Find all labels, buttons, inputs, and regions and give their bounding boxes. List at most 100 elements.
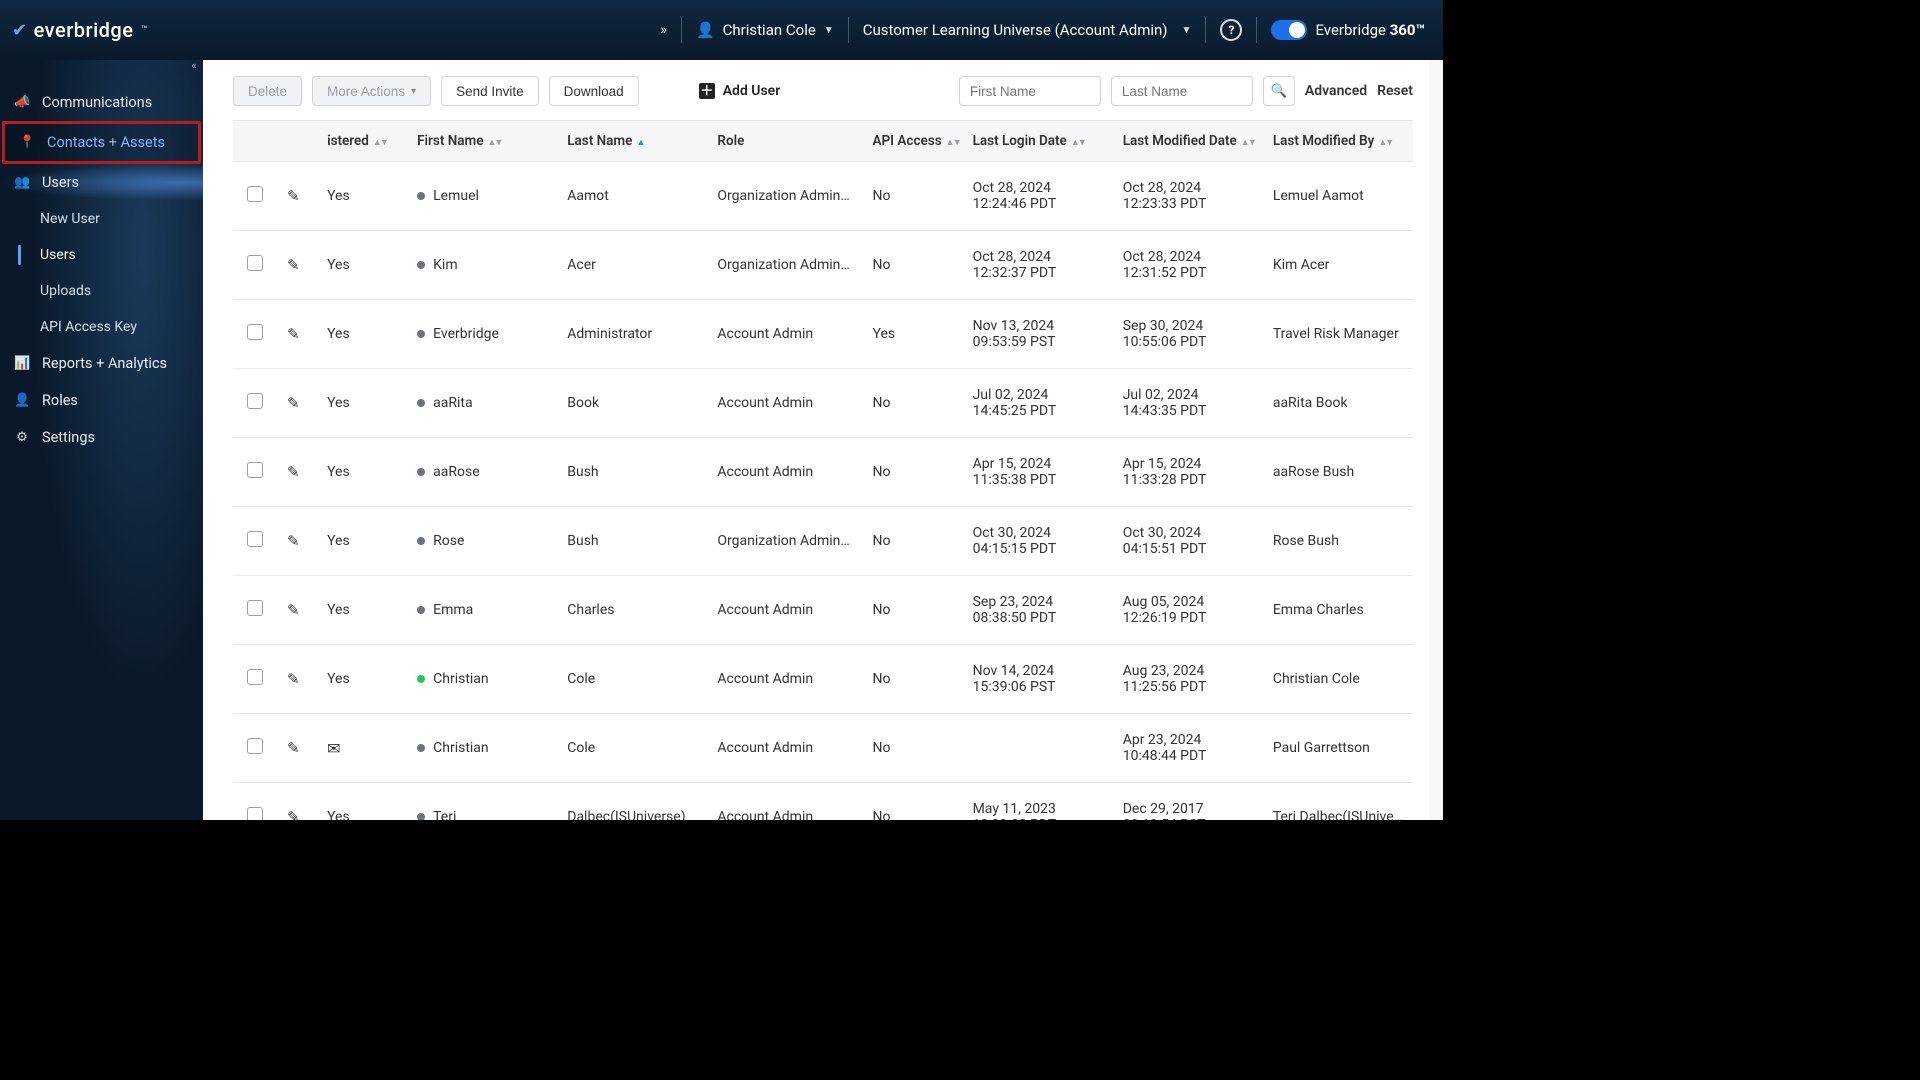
- cell-modified: Oct 28, 2024 12:23:33 PDT: [1113, 162, 1263, 231]
- row-checkbox[interactable]: [247, 531, 263, 547]
- account-label: Customer Learning Universe (Account Admi…: [863, 21, 1168, 39]
- col-role[interactable]: Role: [707, 121, 862, 162]
- row-checkbox[interactable]: [247, 186, 263, 202]
- edit-icon[interactable]: ✎: [287, 739, 300, 757]
- edit-icon[interactable]: ✎: [287, 394, 300, 412]
- cell-modified-by: Travel Risk Manager: [1263, 300, 1413, 369]
- more-actions-button[interactable]: More Actions: [312, 76, 431, 106]
- edit-icon[interactable]: ✎: [287, 463, 300, 481]
- row-checkbox[interactable]: [247, 324, 263, 340]
- cell-modified: Dec 29, 2017 08:13:54 PST: [1113, 783, 1263, 821]
- cell-role: Account Admin: [707, 438, 862, 507]
- sidebar-item-communications[interactable]: 📣 Communications: [0, 84, 203, 121]
- user-menu[interactable]: 👤 Christian Cole ▼: [696, 21, 834, 39]
- sidebar-sub-new-user[interactable]: New User: [0, 201, 203, 237]
- cell-api: No: [863, 576, 963, 645]
- row-checkbox[interactable]: [247, 807, 263, 820]
- advanced-link[interactable]: Advanced: [1305, 83, 1367, 99]
- col-modified-by[interactable]: Last Modified By▲▼: [1263, 121, 1413, 162]
- delete-button[interactable]: Delete: [233, 76, 302, 106]
- sidebar-label: Communications: [42, 94, 152, 111]
- cell-first-name: Emma: [407, 576, 557, 645]
- table-row: ✎ Yes Lemuel Aamot Organization Admin - …: [233, 162, 1413, 231]
- users-icon: 👥: [14, 175, 30, 190]
- col-first-name[interactable]: First Name▲▼: [407, 121, 557, 162]
- product-toggle[interactable]: Everbridge 360™: [1271, 20, 1425, 40]
- row-checkbox[interactable]: [247, 462, 263, 478]
- row-checkbox[interactable]: [247, 255, 263, 271]
- cell-login: Oct 28, 2024 12:32:37 PDT: [963, 231, 1113, 300]
- col-last-modified[interactable]: Last Modified Date▲▼: [1113, 121, 1263, 162]
- edit-icon[interactable]: ✎: [287, 187, 300, 205]
- toggle-switch[interactable]: [1271, 20, 1307, 40]
- brand-logo: ✔ everbridge ™: [12, 18, 148, 42]
- cell-api: No: [863, 714, 963, 783]
- collapse-sidebar-icon[interactable]: «: [183, 54, 205, 76]
- last-name-input[interactable]: [1111, 76, 1253, 106]
- row-checkbox[interactable]: [247, 738, 263, 754]
- cell-role: Account Admin: [707, 300, 862, 369]
- col-edit: [277, 121, 317, 162]
- edit-icon[interactable]: ✎: [287, 532, 300, 550]
- help-icon[interactable]: ?: [1220, 19, 1242, 41]
- expand-icon[interactable]: »: [660, 22, 667, 38]
- scrollbar[interactable]: [1429, 60, 1443, 820]
- edit-icon[interactable]: ✎: [287, 808, 300, 820]
- status-dot-icon: [417, 744, 425, 752]
- col-last-login[interactable]: Last Login Date▲▼: [963, 121, 1113, 162]
- cell-api: Yes: [863, 300, 963, 369]
- sidebar-sub-api-key[interactable]: API Access Key: [0, 309, 203, 345]
- cell-api: No: [863, 369, 963, 438]
- cell-role: Account Admin: [707, 645, 862, 714]
- first-name-input[interactable]: [959, 76, 1101, 106]
- cell-first-name: aaRose: [407, 438, 557, 507]
- cell-registered: Yes: [317, 576, 407, 645]
- sidebar-sub-label: Users: [40, 247, 76, 263]
- chevron-down-icon: ▼: [824, 25, 834, 36]
- edit-icon[interactable]: ✎: [287, 670, 300, 688]
- row-checkbox[interactable]: [247, 600, 263, 616]
- table-row: ✎ Yes Emma Charles Account Admin No Sep …: [233, 576, 1413, 645]
- users-table: istered▲▼ First Name▲▼ Last Name▲ Role A…: [233, 120, 1413, 820]
- sidebar-label: Settings: [42, 429, 95, 446]
- brand-text: everbridge: [34, 18, 134, 42]
- cell-api: No: [863, 645, 963, 714]
- status-dot-icon: [417, 399, 425, 407]
- row-checkbox[interactable]: [247, 393, 263, 409]
- sidebar-sub-uploads[interactable]: Uploads: [0, 273, 203, 309]
- brand-tm: ™: [142, 25, 148, 35]
- sidebar-sub-users[interactable]: Users: [0, 237, 203, 273]
- col-registered[interactable]: istered▲▼: [317, 121, 407, 162]
- cell-login: [963, 714, 1113, 783]
- row-checkbox[interactable]: [247, 669, 263, 685]
- brand-mark-icon: ✔: [12, 20, 28, 41]
- add-user-button[interactable]: ＋ Add User: [699, 83, 781, 99]
- sidebar-item-reports[interactable]: 📊 Reports + Analytics: [0, 345, 203, 382]
- sidebar-item-users[interactable]: 👥 Users: [0, 164, 203, 201]
- edit-icon[interactable]: ✎: [287, 601, 300, 619]
- sidebar-item-contacts-assets[interactable]: 📍 Contacts + Assets: [2, 121, 201, 164]
- download-button[interactable]: Download: [549, 76, 639, 106]
- table-row: ✎ Yes aaRose Bush Account Admin No Apr 1…: [233, 438, 1413, 507]
- col-api-access[interactable]: API Access▲▼: [863, 121, 963, 162]
- send-invite-button[interactable]: Send Invite: [441, 76, 539, 106]
- cell-last-name: Dalbec(ISUniverse): [557, 783, 707, 821]
- cell-last-name: Acer: [557, 231, 707, 300]
- app-header: ✔ everbridge ™ » 👤 Christian Cole ▼ Custo…: [0, 0, 1443, 60]
- search-button[interactable]: 🔍: [1263, 76, 1295, 106]
- sidebar-item-settings[interactable]: ⚙ Settings: [0, 419, 203, 456]
- reset-link[interactable]: Reset: [1377, 83, 1413, 99]
- edit-icon[interactable]: ✎: [287, 325, 300, 343]
- sidebar-label: Roles: [42, 392, 78, 409]
- cell-api: No: [863, 162, 963, 231]
- sidebar-sub-label: New User: [40, 211, 100, 227]
- cell-login: Nov 13, 2024 09:53:59 PST: [963, 300, 1113, 369]
- toolbar: Delete More Actions Send Invite Download…: [203, 60, 1443, 120]
- cell-modified: Aug 05, 2024 12:26:19 PDT: [1113, 576, 1263, 645]
- cell-modified-by: Rose Bush: [1263, 507, 1413, 576]
- account-menu[interactable]: Customer Learning Universe (Account Admi…: [863, 21, 1192, 39]
- sidebar-item-roles[interactable]: 👤 Roles: [0, 382, 203, 419]
- edit-icon[interactable]: ✎: [287, 256, 300, 274]
- cell-role: Account Admin: [707, 576, 862, 645]
- col-last-name[interactable]: Last Name▲: [557, 121, 707, 162]
